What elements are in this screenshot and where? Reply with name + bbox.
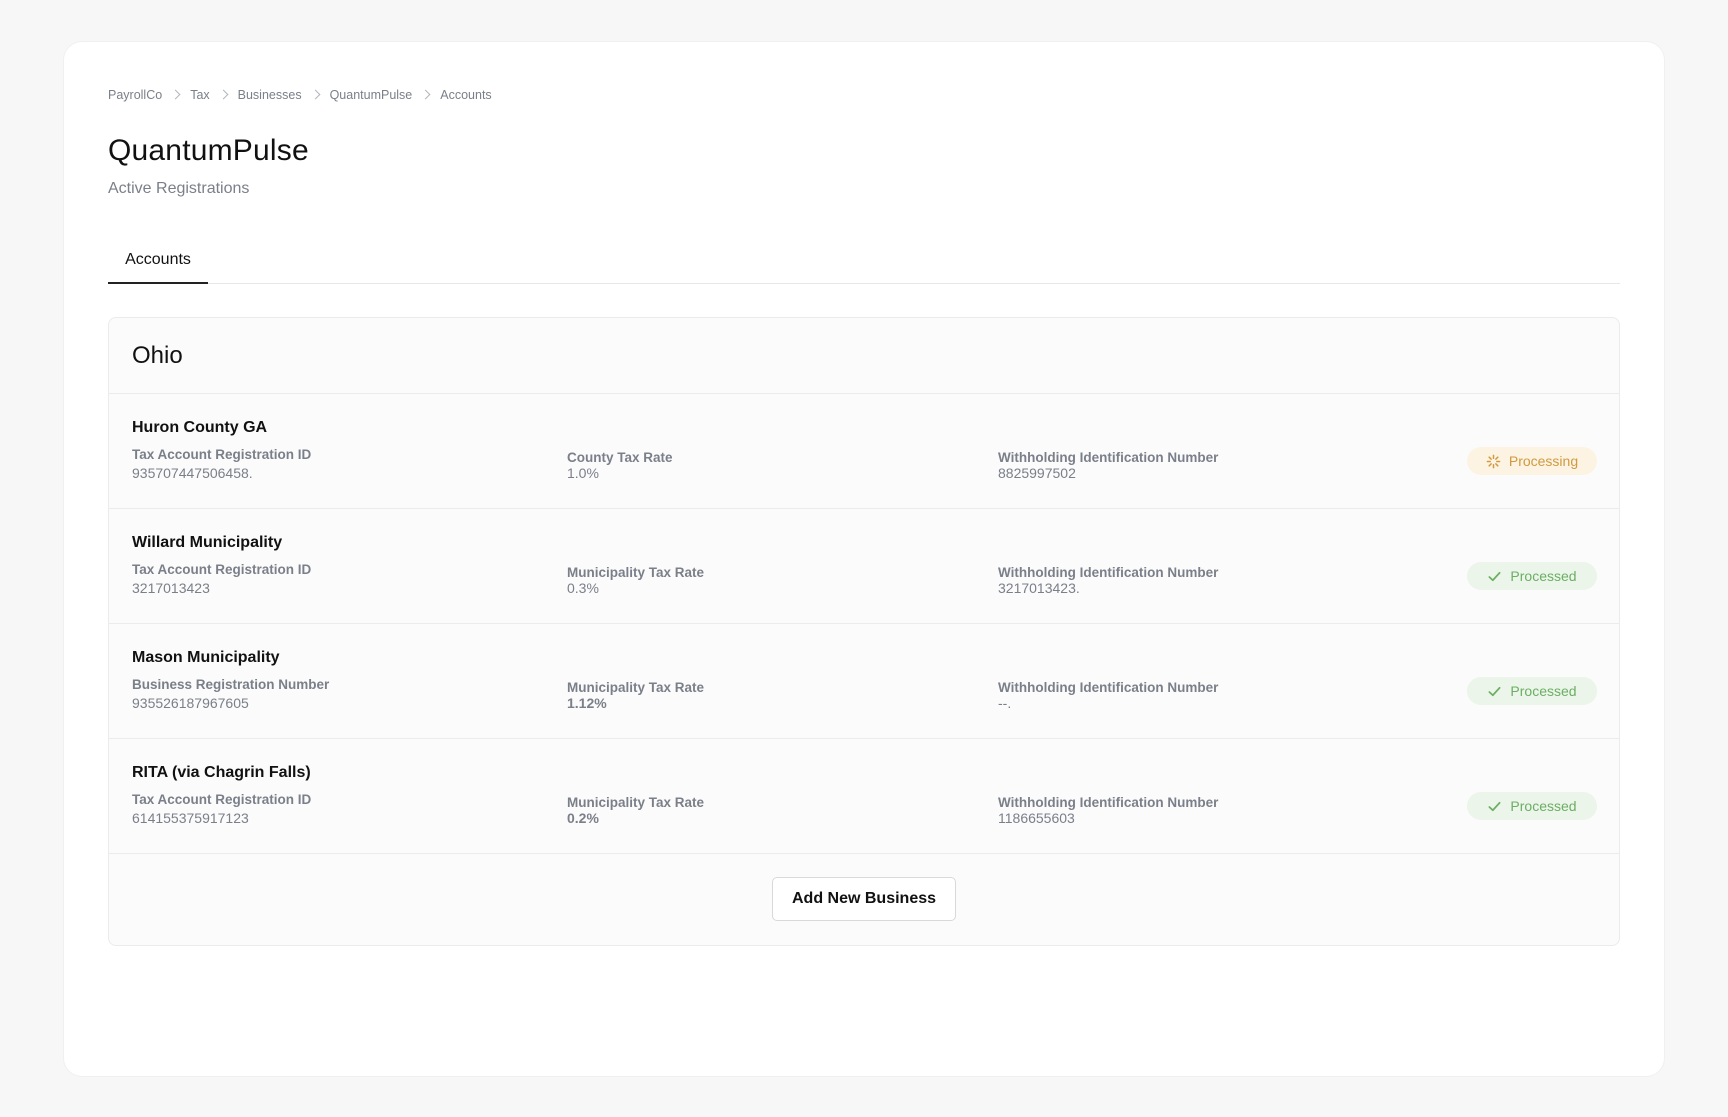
breadcrumb-tax[interactable]: Tax	[190, 88, 209, 102]
chevron-right-icon	[412, 88, 440, 102]
tax-rate-field: Municipality Tax Rate 0.3%	[567, 565, 704, 596]
field-value: 935707447506458.	[132, 465, 253, 481]
breadcrumb-businesses[interactable]: Businesses	[238, 88, 302, 102]
field-label: Municipality Tax Rate	[567, 795, 705, 810]
field-label: Withholding Identification Number	[998, 680, 1219, 695]
field-label: Tax Account Registration ID	[132, 447, 312, 462]
chevron-right-icon	[162, 88, 190, 102]
registration-name: Huron County GA	[132, 419, 268, 436]
field-value: 1186655603	[998, 810, 1075, 826]
withholding-field: Withholding Identification Number 882599…	[998, 450, 1218, 481]
field-label: Tax Account Registration ID	[132, 792, 312, 807]
field-label: Withholding Identification Number	[998, 565, 1219, 580]
status-badge: Processed	[1467, 562, 1597, 590]
state-name: Ohio	[132, 341, 183, 369]
spinner-icon	[1486, 454, 1501, 468]
field-value: 3217013423.	[998, 580, 1080, 596]
field-label: Withholding Identification Number	[998, 795, 1219, 810]
check-icon	[1488, 686, 1501, 696]
chevron-right-icon	[302, 88, 330, 102]
tax-rate-field: Municipality Tax Rate 1.12%	[567, 680, 704, 711]
registration-id-field: Tax Account Registration ID 3217013423	[132, 562, 311, 596]
state-panel: Ohio Huron County GA Tax Account Registr…	[108, 317, 1620, 946]
registration-id-field: Tax Account Registration ID 614155375917…	[132, 792, 311, 826]
chevron-right-icon	[210, 88, 238, 102]
field-label: County Tax Rate	[567, 450, 673, 465]
withholding-field: Withholding Identification Number 118665…	[998, 795, 1218, 826]
table-row[interactable]: Willard Municipality Tax Account Registr…	[109, 509, 1619, 624]
breadcrumb-quantumpulse[interactable]: QuantumPulse	[330, 88, 413, 102]
field-label: Withholding Identification Number	[998, 450, 1219, 465]
breadcrumb: PayrollCo Tax Businesses QuantumPulse Ac…	[108, 88, 492, 102]
table-row[interactable]: Huron County GA Tax Account Registration…	[109, 394, 1619, 509]
field-value: --.	[998, 695, 1012, 711]
withholding-field: Withholding Identification Number --.	[998, 680, 1218, 711]
field-value: 0.3%	[567, 580, 599, 596]
field-value: 8825997502	[998, 465, 1076, 481]
withholding-field: Withholding Identification Number 321701…	[998, 565, 1218, 596]
tab-accounts[interactable]: Accounts	[108, 238, 208, 284]
field-label: Tax Account Registration ID	[132, 562, 312, 577]
status-text: Processed	[1510, 798, 1577, 814]
registration-name: Mason Municipality	[132, 649, 280, 666]
tax-rate-field: Municipality Tax Rate 0.2%	[567, 795, 704, 826]
registration-name: Willard Municipality	[132, 534, 283, 551]
registration-name: RITA (via Chagrin Falls)	[132, 764, 311, 781]
field-value: 1.12%	[567, 695, 607, 711]
check-icon	[1488, 801, 1501, 811]
table-row[interactable]: RITA (via Chagrin Falls) Tax Account Reg…	[109, 739, 1619, 854]
check-icon	[1488, 571, 1501, 581]
add-new-business-button[interactable]: Add New Business	[771, 876, 957, 921]
registration-id-field: Business Registration Number 93552618796…	[132, 677, 329, 711]
registration-id-field: Tax Account Registration ID 935707447506…	[132, 447, 311, 481]
status-badge: Processed	[1467, 792, 1597, 820]
field-label: Municipality Tax Rate	[567, 565, 705, 580]
status-badge: Processed	[1467, 677, 1597, 705]
breadcrumb-accounts[interactable]: Accounts	[440, 88, 491, 102]
tab-bar: Accounts	[108, 238, 1620, 284]
status-text: Processing	[1508, 453, 1579, 469]
field-value: 1.0%	[567, 465, 599, 481]
field-label: Municipality Tax Rate	[567, 680, 705, 695]
status-text: Processed	[1510, 568, 1577, 584]
field-value: 0.2%	[567, 810, 599, 826]
tax-rate-field: County Tax Rate 1.0%	[567, 450, 673, 481]
page-title: QuantumPulse	[108, 134, 309, 167]
status-badge: Processing	[1467, 447, 1597, 475]
panel-footer: Add New Business	[109, 854, 1619, 943]
field-value: 935526187967605	[132, 695, 249, 711]
table-row[interactable]: Mason Municipality Business Registration…	[109, 624, 1619, 739]
field-value: 614155375917123	[132, 810, 249, 826]
status-text: Processed	[1510, 683, 1577, 699]
field-label: Business Registration Number	[132, 677, 330, 692]
field-value: 3217013423	[132, 580, 210, 596]
page-subtitle: Active Registrations	[108, 180, 250, 197]
main-card: PayrollCo Tax Businesses QuantumPulse Ac…	[64, 42, 1664, 1076]
breadcrumb-payrollco[interactable]: PayrollCo	[108, 88, 162, 102]
panel-header: Ohio	[109, 318, 1619, 394]
